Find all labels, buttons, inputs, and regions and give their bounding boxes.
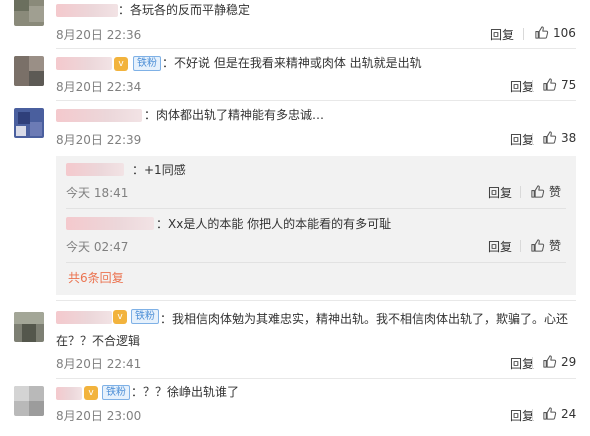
- separator: [532, 409, 533, 421]
- reply-button[interactable]: 回复: [488, 184, 512, 201]
- comment-item: ：各玩各的反而平静稳定 8月20日 22:36 回复 106: [0, 0, 590, 48]
- comment-time: 8月20日 22:34: [56, 80, 142, 94]
- reply-button[interactable]: 回复: [510, 407, 534, 424]
- reply-button[interactable]: 回复: [510, 355, 534, 372]
- like-count: 75: [561, 77, 577, 92]
- avatar[interactable]: [14, 0, 44, 26]
- like-button[interactable]: 赞: [530, 237, 561, 254]
- avatar[interactable]: [14, 108, 44, 138]
- reply-time: 今天 02:47: [66, 240, 129, 254]
- username[interactable]: [56, 109, 142, 122]
- separator: [520, 186, 521, 198]
- avatar[interactable]: [14, 312, 44, 342]
- avatar[interactable]: [14, 56, 44, 86]
- comment-time: 8月20日 22:41: [56, 357, 142, 371]
- separator: [520, 240, 521, 252]
- comment-text: ：肉体都出轨了精神能有多忠诚…: [144, 108, 325, 122]
- vip-badge-icon: v: [114, 57, 128, 71]
- reply-button[interactable]: 回复: [510, 131, 534, 148]
- like-count: 29: [561, 354, 577, 369]
- separator: [532, 80, 533, 92]
- comment-item: v 铁粉 ：我相信肉体勉为其难忠实，精神出轨。我不相信肉体出轨了，欺骗了。心还在…: [0, 300, 590, 378]
- like-count: 24: [561, 406, 577, 421]
- comment-item: v 铁粉 ：不好说 但是在我看来精神或肉体 出轨就是出轨 8月20日 22:34…: [0, 48, 590, 100]
- reply-text: ：Xx是人的本能 你把人的本能看的有多可耻: [156, 217, 392, 231]
- like-button[interactable]: 75: [542, 77, 576, 92]
- like-count: 106: [553, 25, 576, 40]
- separator: [532, 133, 533, 145]
- thumbs-up-icon: [542, 406, 557, 421]
- reply-button[interactable]: 回复: [488, 238, 512, 255]
- username[interactable]: [66, 217, 154, 230]
- comment-text: ：我相信肉体勉为其难忠实，精神出轨。我不相信肉体出轨了，欺骗了。心还在？？不合逻…: [56, 312, 569, 348]
- username[interactable]: [56, 387, 82, 400]
- view-all-replies-link[interactable]: 共6条回复: [68, 269, 124, 286]
- sub-replies-panel: ：+1同感 今天 18:41 回复 赞 ：Xx是人的本能 你把人的本能看的有多可…: [56, 156, 576, 295]
- like-button[interactable]: 赞: [530, 183, 561, 200]
- comment-item: v 铁粉 ：？？徐峥出轨谁了 8月20日 23:00 回复 24: [0, 378, 590, 436]
- comment-time: 8月20日 22:36: [56, 28, 142, 42]
- fan-badge[interactable]: 铁粉: [133, 56, 161, 71]
- thumbs-up-icon: [534, 25, 549, 40]
- like-label: 赞: [549, 185, 562, 199]
- thumbs-up-icon: [542, 354, 557, 369]
- reply-button[interactable]: 回复: [490, 26, 514, 43]
- comment-text: ：不好说 但是在我看来精神或肉体 出轨就是出轨: [162, 56, 422, 70]
- reply-button[interactable]: 回复: [510, 78, 534, 95]
- thumbs-up-icon: [530, 184, 545, 199]
- divider: [66, 262, 566, 263]
- like-button[interactable]: 29: [542, 354, 576, 369]
- like-label: 赞: [549, 239, 562, 253]
- like-button[interactable]: 38: [542, 130, 576, 145]
- separator: [523, 28, 524, 40]
- avatar[interactable]: [14, 386, 44, 416]
- comment-time: 8月20日 22:39: [56, 133, 142, 147]
- reply-text: ：+1同感: [132, 163, 186, 177]
- username[interactable]: [56, 57, 112, 70]
- thumbs-up-icon: [530, 238, 545, 253]
- like-button[interactable]: 24: [542, 406, 576, 421]
- divider: [66, 208, 566, 209]
- reply-time: 今天 18:41: [66, 186, 129, 200]
- like-count: 38: [561, 130, 577, 145]
- thumbs-up-icon: [542, 77, 557, 92]
- thumbs-up-icon: [542, 130, 557, 145]
- username[interactable]: [66, 163, 124, 176]
- comment-time: 8月20日 23:00: [56, 409, 142, 423]
- separator: [532, 357, 533, 369]
- vip-badge-icon: v: [84, 386, 98, 400]
- comment-text: ：？？徐峥出轨谁了: [131, 385, 240, 399]
- comment-text: ：各玩各的反而平静稳定: [118, 3, 251, 17]
- username[interactable]: [56, 4, 118, 17]
- like-button[interactable]: 106: [534, 25, 576, 40]
- fan-badge[interactable]: 铁粉: [102, 385, 130, 400]
